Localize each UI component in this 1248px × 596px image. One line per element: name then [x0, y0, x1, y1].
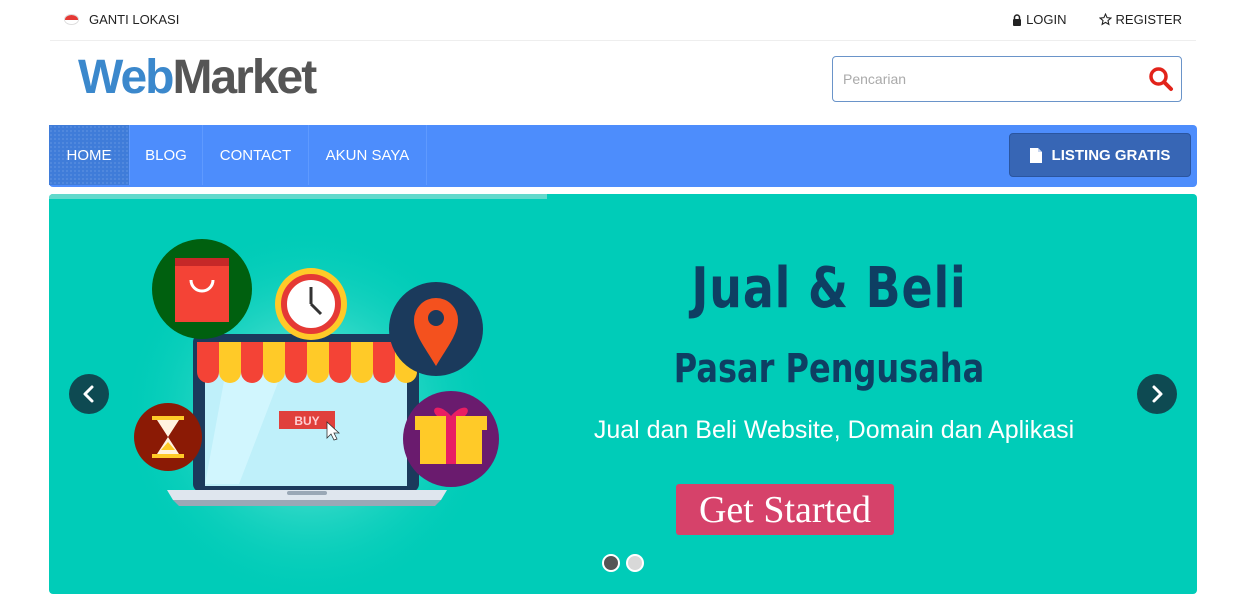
slider-pagination	[602, 554, 644, 572]
lock-icon	[1013, 13, 1022, 26]
top-bar: GANTI LOKASI LOGIN REGISTER	[50, 0, 1196, 41]
register-label: REGISTER	[1115, 12, 1182, 27]
nav-item-contact[interactable]: CONTACT	[203, 125, 309, 185]
clock-icon	[275, 268, 347, 340]
ecommerce-illustration: BUY	[119, 224, 499, 594]
indonesia-flag-icon	[64, 14, 79, 25]
account-links: LOGIN REGISTER	[1012, 12, 1182, 27]
star-icon	[1098, 13, 1112, 26]
hero-subheadline: Pasar Pengusaha	[673, 346, 985, 392]
gift-box-icon	[403, 391, 499, 487]
nav-item-label: AKUN SAYA	[325, 146, 410, 164]
document-icon	[1029, 147, 1042, 163]
logo-part-market: Market	[172, 51, 317, 104]
search-icon	[1149, 67, 1173, 91]
shopping-bag-icon	[152, 239, 252, 339]
hourglass-icon	[134, 403, 202, 471]
nav-item-blog[interactable]: BLOG	[130, 125, 203, 185]
change-location-label: GANTI LOKASI	[89, 12, 180, 27]
hero-slider: BUY Jual & Beli Pasar Pengusaha Jual dan…	[49, 194, 1197, 594]
free-listing-label: LISTING GRATIS	[1051, 146, 1171, 164]
slider-next-button[interactable]	[1137, 374, 1177, 414]
search-input[interactable]	[833, 57, 1141, 101]
slider-dot-2[interactable]	[626, 554, 644, 572]
change-location-link[interactable]: GANTI LOKASI	[64, 12, 179, 27]
login-link[interactable]: LOGIN	[1012, 12, 1067, 27]
nav-item-label: BLOG	[145, 146, 187, 164]
hero-headline: Jual & Beli	[691, 256, 967, 321]
search-box	[832, 56, 1182, 102]
nav-item-label: HOME	[66, 146, 112, 164]
register-link[interactable]: REGISTER	[1098, 12, 1182, 27]
slider-dot-1[interactable]	[602, 554, 620, 572]
search-button[interactable]	[1141, 57, 1181, 101]
nav-item-label: CONTACT	[219, 146, 292, 164]
location-pin-icon	[389, 282, 483, 376]
site-logo[interactable]: WebMarket	[78, 50, 317, 106]
login-label: LOGIN	[1026, 12, 1067, 27]
chevron-right-icon	[1152, 385, 1163, 403]
nav-item-home[interactable]: HOME	[49, 125, 130, 185]
buy-label: BUY	[294, 414, 319, 428]
hero-tagline: Jual dan Beli Website, Domain dan Aplika…	[593, 416, 1075, 444]
get-started-button[interactable]: Get Started	[676, 484, 894, 535]
logo-part-web: Web	[78, 51, 174, 104]
slider-prev-button[interactable]	[69, 374, 109, 414]
chevron-left-icon	[83, 385, 94, 403]
free-listing-button[interactable]: LISTING GRATIS	[1009, 133, 1191, 177]
nav-item-akun-saya[interactable]: AKUN SAYA	[309, 125, 427, 185]
